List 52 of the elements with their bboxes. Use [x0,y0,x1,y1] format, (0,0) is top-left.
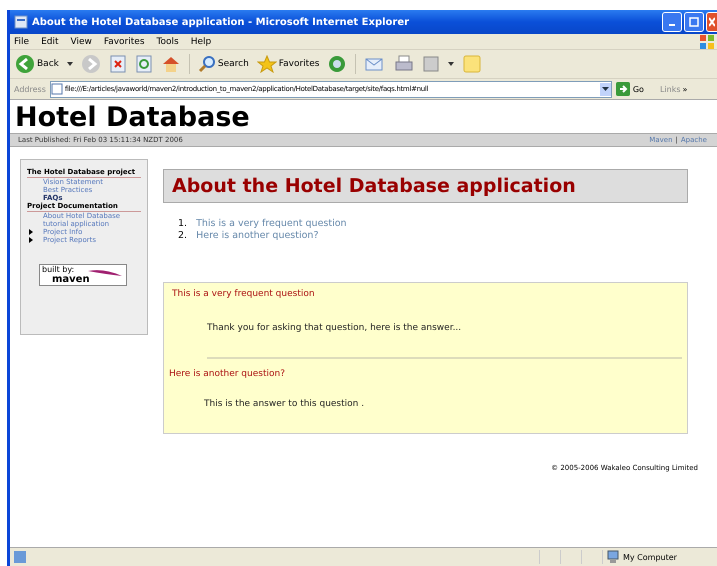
arrow-icon [616,82,630,96]
page-icon [13,550,27,564]
question-title: This is a very frequent question [172,289,316,299]
refresh-icon[interactable] [134,55,153,73]
back-button[interactable]: Back [15,54,59,74]
question-title: Here is another question? [169,369,286,379]
site-title: Hotel Database [14,101,251,133]
favorites-button[interactable]: Favorites [256,55,320,73]
menu-item[interactable]: View [70,36,92,46]
window-title: About the Hotel Database application - Microsoft Internet Explorer [32,16,410,28]
computer-icon [607,550,619,564]
browser-icon [14,15,28,29]
menu-item[interactable]: Help [190,36,212,46]
menu-item[interactable]: File [14,36,30,46]
question-link[interactable]: This is a very frequent question [196,218,347,230]
maximize-button[interactable] [684,12,704,32]
answer-text: This is the answer to this question . [203,398,366,409]
home-icon[interactable] [160,55,181,73]
edit-icon[interactable] [422,55,440,73]
stop-icon[interactable] [108,55,127,73]
page-heading: About the Hotel Database application [163,169,688,203]
question-link[interactable]: Here is another question? [196,230,318,242]
close-button[interactable] [706,12,717,32]
list-number: 2. [178,230,188,242]
expand-arrow-icon[interactable] [29,229,33,235]
menu-item[interactable]: Tools [156,36,179,46]
search-icon [198,55,216,73]
list-number: 1. [178,218,188,230]
expand-arrow-icon[interactable] [29,237,33,243]
maximize-icon [689,17,699,27]
menu-item[interactable]: Favorites [104,36,145,46]
close-icon [709,17,715,27]
minimize-icon [669,24,675,26]
menu-item[interactable]: Edit [41,36,58,46]
dropdown-caret-icon[interactable] [66,62,73,66]
feather-icon [88,268,122,278]
media-icon[interactable] [327,54,348,74]
answer-text: Thank you for asking that question, here is the answer... [206,322,462,333]
star-icon [256,55,277,73]
built-by-badge[interactable]: built by: maven [39,264,127,286]
windows-logo-icon [699,34,715,50]
dropdown-caret-icon[interactable] [448,62,454,66]
go-button[interactable]: Go [616,82,644,96]
page-icon [50,83,63,95]
minimize-button[interactable] [662,12,682,32]
print-icon[interactable] [394,55,414,73]
caret-icon [602,87,609,91]
search-button[interactable]: Search [198,55,249,73]
address-label: Address [14,84,46,94]
security-zone: My Computer [602,550,717,564]
dropdown-button[interactable] [600,82,611,96]
chevron-button[interactable]: » [682,84,688,94]
